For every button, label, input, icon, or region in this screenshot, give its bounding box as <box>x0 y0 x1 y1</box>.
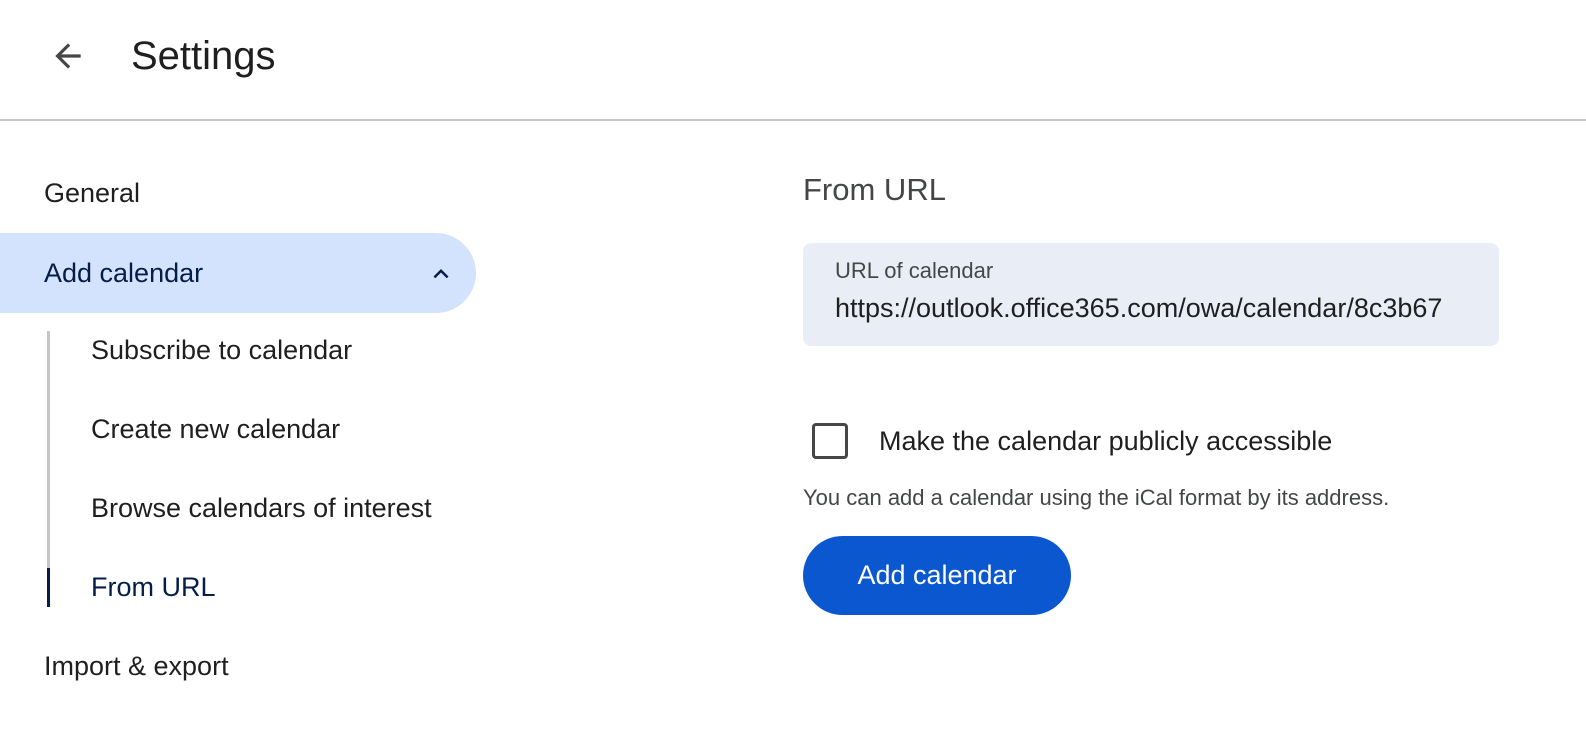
sidebar-item-label: From URL <box>91 571 216 602</box>
sidebar-item-from-url[interactable]: From URL <box>91 547 471 627</box>
chevron-up-icon <box>433 269 449 279</box>
sidebar-item-browse-calendars[interactable]: Browse calendars of interest <box>91 468 471 548</box>
sidebar-item-label: Subscribe to calendar <box>91 334 353 365</box>
sidebar-item-subscribe-to-calendar[interactable]: Subscribe to calendar <box>91 310 471 390</box>
page-title: Settings <box>131 34 276 78</box>
section-title: From URL <box>803 172 946 207</box>
submenu-rail <box>47 331 50 607</box>
settings-header: Settings <box>0 0 1586 121</box>
url-of-calendar-field[interactable]: URL of calendar https://outlook.office36… <box>803 243 1499 346</box>
sidebar-item-general[interactable]: General <box>0 153 476 233</box>
back-button[interactable] <box>36 30 100 82</box>
public-access-row[interactable]: Make the calendar publicly accessible <box>803 410 1332 472</box>
helper-text: You can add a calendar using the iCal fo… <box>803 485 1390 510</box>
sidebar-item-import-export[interactable]: Import & export <box>0 626 476 706</box>
public-access-label: Make the calendar publicly accessible <box>879 425 1333 456</box>
sidebar-item-add-calendar[interactable]: Add calendar <box>0 233 476 313</box>
sidebar-item-label: Browse calendars of interest <box>91 492 432 523</box>
sidebar-item-label: Import & export <box>44 650 229 681</box>
submenu-active-indicator <box>47 568 50 607</box>
url-field-value[interactable]: https://outlook.office365.com/owa/calend… <box>835 293 1469 324</box>
sidebar-item-label: Create new calendar <box>91 413 341 444</box>
url-field-label: URL of calendar <box>835 258 994 283</box>
sidebar-item-label: Add calendar <box>44 257 204 288</box>
add-calendar-button[interactable]: Add calendar <box>803 536 1071 615</box>
sidebar-item-label: General <box>44 177 141 208</box>
arrow-back-icon <box>55 43 81 69</box>
settings-sidebar: General Add calendar Subscribe to calend… <box>0 121 480 750</box>
public-access-checkbox[interactable] <box>812 423 848 459</box>
sidebar-item-create-new-calendar[interactable]: Create new calendar <box>91 389 471 469</box>
